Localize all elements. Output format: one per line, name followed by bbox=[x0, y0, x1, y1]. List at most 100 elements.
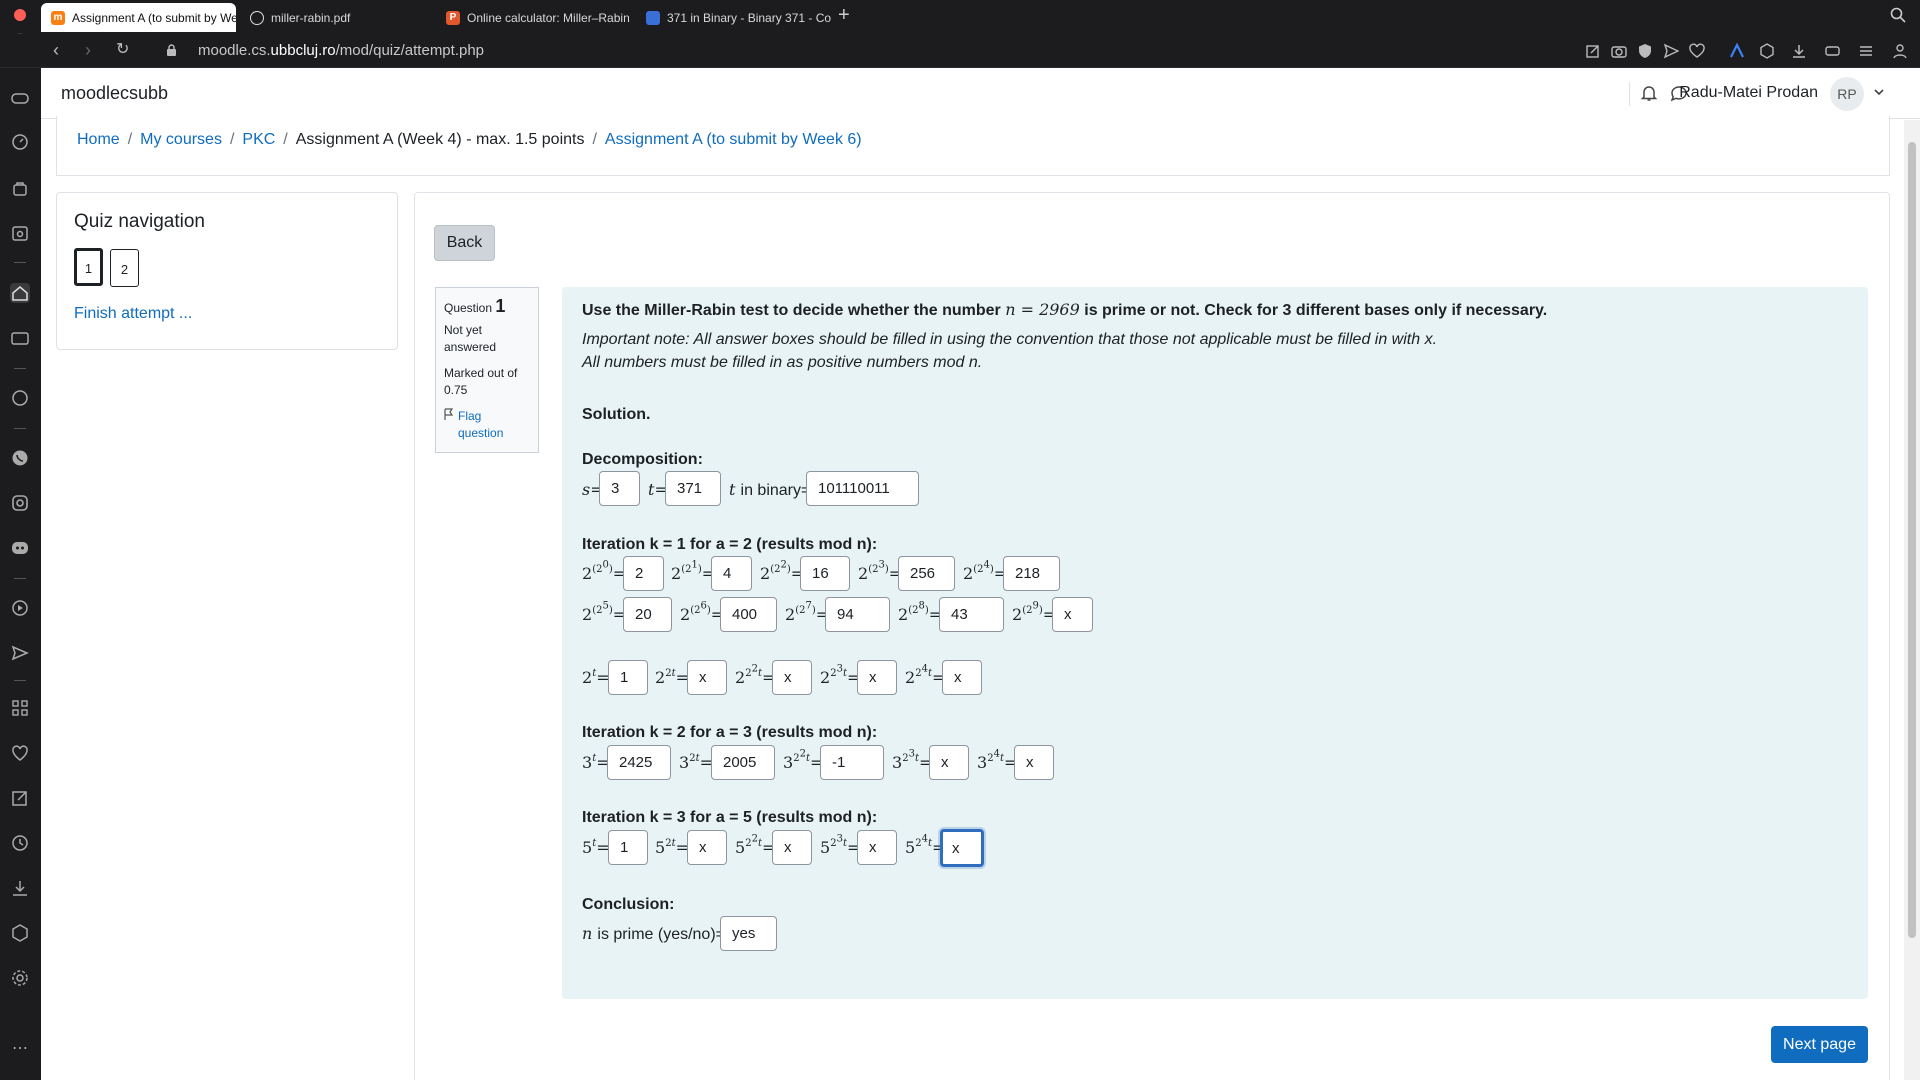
sidebar-divider bbox=[14, 262, 26, 263]
avatar[interactable]: RP bbox=[1830, 77, 1864, 111]
tab-binary[interactable]: 371 in Binary - Binary 371 - Con bbox=[636, 3, 831, 32]
whatsapp-icon[interactable] bbox=[10, 448, 30, 468]
question-prompt: Use the Miller-Rabin test to decide whet… bbox=[582, 300, 1547, 320]
bell-icon[interactable] bbox=[1640, 84, 1658, 102]
close-window-icon[interactable] bbox=[14, 9, 26, 21]
gamecontroller-icon[interactable] bbox=[10, 328, 30, 348]
new-tab-icon[interactable]: + bbox=[838, 4, 850, 27]
seq-label: 32t= bbox=[679, 753, 713, 772]
is-prime-input[interactable] bbox=[720, 916, 777, 951]
iter3-seq-0[interactable] bbox=[608, 830, 648, 865]
s-input[interactable] bbox=[599, 471, 640, 506]
t-binary-input[interactable] bbox=[806, 471, 919, 506]
download-icon[interactable] bbox=[10, 878, 30, 898]
gamepad-icon[interactable] bbox=[10, 88, 30, 108]
site-name[interactable]: moodlecsubb bbox=[61, 83, 168, 104]
heart-icon[interactable] bbox=[1689, 43, 1705, 59]
iter1-seq-0[interactable] bbox=[608, 660, 648, 695]
tab-title: Assignment A (to submit by We bbox=[72, 10, 236, 25]
home-icon[interactable] bbox=[10, 283, 30, 303]
iter3-seq-2[interactable] bbox=[772, 830, 812, 865]
power-label: 2(24)= bbox=[963, 559, 1008, 583]
iter1-power-1[interactable] bbox=[711, 556, 752, 591]
discord-icon[interactable] bbox=[10, 538, 30, 558]
download-icon[interactable] bbox=[1791, 43, 1807, 59]
reload-icon[interactable]: ↻ bbox=[116, 41, 129, 59]
iter1-power-2[interactable] bbox=[800, 556, 850, 591]
iter1-power-0[interactable] bbox=[623, 556, 664, 591]
camera-icon[interactable] bbox=[1611, 43, 1627, 59]
finish-attempt-link[interactable]: Finish attempt ... bbox=[74, 305, 192, 323]
battery-icon[interactable] bbox=[1825, 43, 1841, 59]
iter1-seq-1[interactable] bbox=[687, 660, 727, 695]
breadcrumb-pkc[interactable]: PKC bbox=[242, 131, 275, 149]
breadcrumb-assignment[interactable]: Assignment A (to submit by Week 6) bbox=[605, 131, 862, 149]
iter3-seq-4[interactable] bbox=[940, 829, 984, 867]
play-icon[interactable] bbox=[10, 598, 30, 618]
iter2-seq-2[interactable] bbox=[820, 745, 884, 780]
question-grade: Marked out of 0.75 bbox=[444, 366, 518, 397]
seq-label: 52t= bbox=[655, 838, 689, 857]
iter1-seq-4[interactable] bbox=[942, 660, 982, 695]
more-icon[interactable]: ⋯ bbox=[10, 1038, 30, 1058]
instagram-icon[interactable] bbox=[10, 493, 30, 513]
iter2-seq-4[interactable] bbox=[1014, 745, 1054, 780]
url-text[interactable]: moodle.cs.ubbcluj.ro/mod/quiz/attempt.ph… bbox=[198, 42, 484, 59]
extension-a-icon[interactable] bbox=[1729, 43, 1745, 59]
search-icon[interactable] bbox=[1890, 7, 1906, 23]
scrollbar-thumb[interactable] bbox=[1908, 142, 1916, 938]
iter1-power-9[interactable] bbox=[1052, 597, 1093, 632]
profile-icon[interactable] bbox=[1892, 43, 1908, 59]
tab-calculator[interactable]: P Online calculator: Miller–Rabin p bbox=[436, 3, 631, 32]
chatgpt-icon[interactable] bbox=[10, 388, 30, 408]
back-arrow-icon[interactable]: ‹ bbox=[53, 41, 59, 59]
quiz-nav-question-2[interactable]: 2 bbox=[110, 249, 139, 287]
iter2-seq-0[interactable] bbox=[607, 745, 671, 780]
seq-label: 323t= bbox=[892, 748, 933, 772]
calendar-icon[interactable] bbox=[10, 223, 30, 243]
edit-icon[interactable] bbox=[1585, 43, 1601, 59]
cube-icon[interactable] bbox=[10, 923, 30, 943]
bag-icon[interactable] bbox=[10, 178, 30, 198]
quiz-nav-question-1[interactable]: 1 bbox=[74, 248, 103, 286]
sidebar-divider bbox=[14, 428, 26, 429]
t-input[interactable] bbox=[665, 471, 721, 506]
iter2-seq-1[interactable] bbox=[711, 745, 775, 780]
forward-arrow-icon[interactable]: › bbox=[85, 41, 91, 59]
tab-assignment[interactable]: m Assignment A (to submit by We bbox=[41, 3, 236, 32]
send-icon[interactable] bbox=[10, 643, 30, 663]
iter1-power-3[interactable] bbox=[898, 556, 955, 591]
edit-icon[interactable] bbox=[10, 788, 30, 808]
clock-icon[interactable] bbox=[10, 833, 30, 853]
iter3-seq-1[interactable] bbox=[687, 830, 727, 865]
iter1-power-8[interactable] bbox=[939, 597, 1004, 632]
iteration-2-heading: Iteration k = 2 for a = 3 (results mod n… bbox=[582, 724, 878, 741]
chevron-down-icon[interactable] bbox=[1873, 86, 1885, 98]
iter1-power-5[interactable] bbox=[623, 597, 672, 632]
shield-icon[interactable] bbox=[1637, 43, 1653, 59]
menu-icon[interactable] bbox=[1858, 43, 1874, 59]
iter1-power-4[interactable] bbox=[1003, 556, 1060, 591]
flag-question-link[interactable]: Flag question bbox=[444, 408, 530, 442]
gear-icon[interactable] bbox=[10, 968, 30, 988]
power-label: 2(29)= bbox=[1012, 600, 1057, 624]
iter2-seq-3[interactable] bbox=[929, 745, 969, 780]
speedometer-icon[interactable] bbox=[10, 132, 30, 152]
sidebar-divider bbox=[14, 680, 26, 681]
iter3-seq-3[interactable] bbox=[857, 830, 897, 865]
iter1-seq-3[interactable] bbox=[857, 660, 897, 695]
send-icon[interactable] bbox=[1663, 43, 1679, 59]
iter1-power-6[interactable] bbox=[720, 597, 777, 632]
globe-icon bbox=[250, 10, 264, 25]
heart-icon[interactable] bbox=[10, 743, 30, 763]
back-button[interactable]: Back bbox=[434, 225, 495, 261]
cube-icon[interactable] bbox=[1759, 43, 1775, 59]
grid-icon[interactable] bbox=[10, 698, 30, 718]
next-page-button[interactable]: Next page bbox=[1771, 1026, 1868, 1063]
iter1-seq-2[interactable] bbox=[772, 660, 812, 695]
user-name[interactable]: Radu-Matei Prodan bbox=[1679, 84, 1818, 102]
tab-pdf[interactable]: miller-rabin.pdf bbox=[240, 3, 435, 32]
breadcrumb-home[interactable]: Home bbox=[77, 131, 120, 149]
breadcrumb-my-courses[interactable]: My courses bbox=[140, 131, 222, 149]
iter1-power-7[interactable] bbox=[825, 597, 890, 632]
